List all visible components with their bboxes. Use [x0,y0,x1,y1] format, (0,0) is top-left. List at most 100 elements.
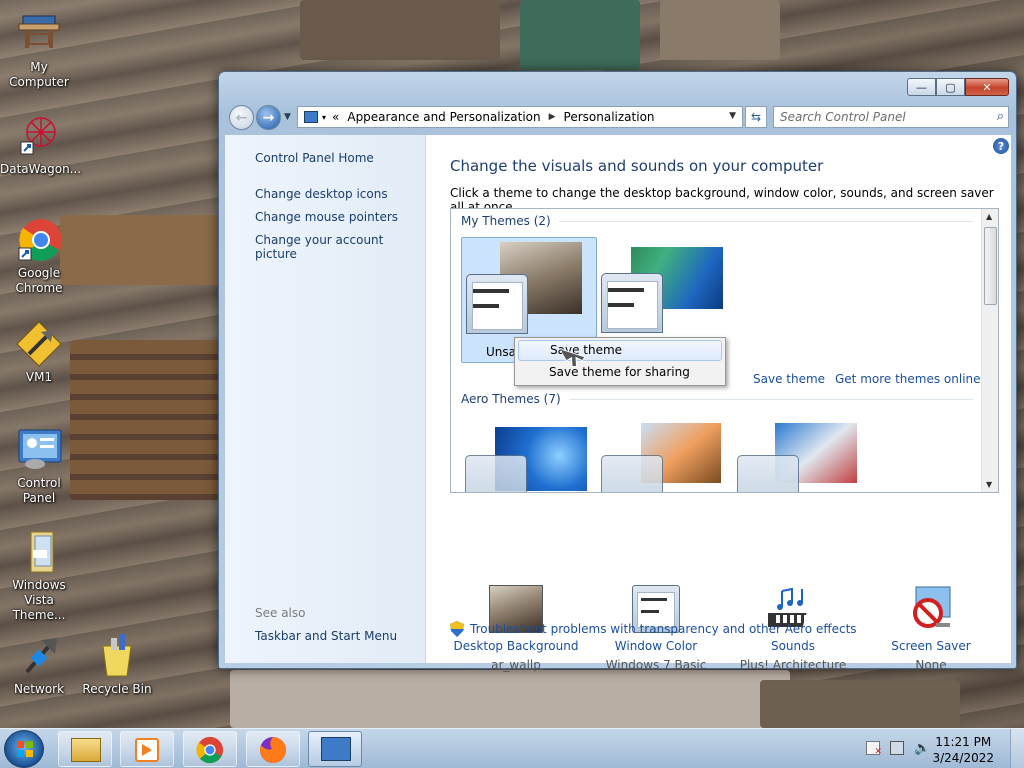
minimize-button[interactable]: — [907,78,936,96]
desktop-icon-datawagon[interactable]: DataWagon... [0,112,82,177]
refresh-icon: ⇆ [750,110,762,124]
help-icon[interactable]: ? [993,138,1009,154]
change-desktop-icons-link[interactable]: Change desktop icons [255,187,388,201]
desktop-icon-label: My Computer [9,60,69,89]
troubleshoot-link[interactable]: Troubleshoot problems with transparency … [470,622,857,636]
wallpaper-block [520,0,640,70]
scroll-up-icon[interactable]: ▲ [986,212,992,221]
desktop-icon-label: Control Panel [17,476,61,505]
context-save-theme-for-sharing[interactable]: Save theme for sharing [518,362,722,383]
control-panel-home-link[interactable]: Control Panel Home [255,151,374,165]
desktop-icon-my-computer[interactable]: My Computer [0,10,78,90]
refresh-button[interactable]: ⇆ [745,106,767,128]
screen-saver-label: Screen Saver [891,639,971,653]
caption-buttons: — ▢ ✕ [907,78,1009,96]
folder-icon [71,738,101,762]
show-desktop-button[interactable] [1010,729,1024,768]
aero-theme-architecture-tile[interactable] [601,419,737,492]
window-color-value: Windows 7 Basic [605,658,707,672]
context-save-theme[interactable]: Save theme [518,340,722,361]
aero-theme-characters-tile[interactable] [737,419,873,492]
desktop-icon-label: Windows Vista Theme... [12,578,66,622]
forward-button[interactable]: → [256,105,281,130]
desktop-icon-control-panel[interactable]: Control Panel [0,426,78,506]
taskbar-control-panel-button[interactable] [308,731,362,767]
screen-saver-option[interactable]: Screen Saver None [861,585,1001,672]
chrome-icon [15,216,63,264]
search-icon[interactable]: ⌕ [997,109,1004,124]
desktop-icon-recycle-bin[interactable]: Recycle Bin [78,632,156,697]
see-also-label: See also [255,606,306,620]
volume-icon[interactable]: 🔈 [914,741,930,756]
control-panel-icon [15,426,63,474]
mouse-cursor-icon [558,340,586,370]
wallpaper-block [60,215,240,285]
forward-arrow-icon: → [262,109,275,126]
recent-pages-dropdown[interactable]: ▼ [284,112,291,122]
screen-saver-icon [906,585,956,633]
navigation-bar: ← → ▼ ▾ « Appearance and Personalization… [227,104,1009,130]
theme-window-preview [466,274,528,334]
wallpaper-block [230,670,790,728]
screen-saver-value: None [915,658,947,672]
clock[interactable]: 11:21 PM 3/24/2022 [932,734,994,766]
theme-window-preview [737,455,799,492]
wallpaper-block [660,0,780,60]
desktop-icon-google-chrome[interactable]: Google Chrome [0,216,78,296]
save-theme-link[interactable]: Save theme [753,372,825,386]
desktop-icon-vm1[interactable]: VM1 [0,320,78,385]
network-icon [15,632,63,680]
play-icon [142,744,152,756]
theme-list-scrollbar[interactable]: ▲ ▼ [981,209,998,492]
theme-context-menu: Save theme Save theme for sharing [514,337,726,386]
recycle-bin-icon [93,632,141,680]
clock-time: 11:21 PM [935,735,992,749]
desktop-background-value: ar_wallp [491,658,541,672]
taskbar: ✕ 🔈 11:21 PM 3/24/2022 [0,728,1024,768]
control-panel-icon [321,737,351,761]
get-more-themes-link[interactable]: Get more themes online [835,372,981,386]
wallpaper-block [300,0,500,60]
theme-window-preview [601,455,663,492]
desktop-icon-label: Google Chrome [15,266,63,295]
back-button[interactable]: ← [229,105,254,130]
close-button[interactable]: ✕ [965,78,1009,96]
shield-icon [450,621,464,637]
desktop-background-label: Desktop Background [453,639,579,653]
system-tray: ✕ 🔈 [866,741,930,757]
change-account-picture-link[interactable]: Change your account picture [255,233,425,261]
breadcrumb-root[interactable]: « [332,110,339,124]
action-center-icon[interactable]: ✕ [866,741,882,757]
taskbar-firefox-button[interactable] [246,731,300,767]
taskbar-media-player-button[interactable] [120,731,174,767]
scrollbar-thumb[interactable] [984,227,997,305]
my-themes-header-label: My Themes (2) [461,214,551,228]
scroll-down-icon[interactable]: ▼ [986,480,992,489]
taskbar-chrome-button[interactable] [183,731,237,767]
desktop-icon-label: Network [13,682,65,696]
change-mouse-pointers-link[interactable]: Change mouse pointers [255,210,398,224]
network-status-icon[interactable] [890,741,904,755]
address-dropdown-chevron: ▾ [322,112,327,122]
breadcrumb-personalization[interactable]: Personalization [564,110,655,124]
desktop-icon-label: DataWagon... [0,162,82,176]
wallpaper-block [760,680,960,728]
left-pane: Control Panel Home Change desktop icons … [225,135,426,663]
search-input[interactable]: Search Control Panel ⌕ [773,106,1009,128]
breadcrumb-separator-icon[interactable]: ▶ [549,112,556,122]
desktop-icon-windows-vista-theme[interactable]: Windows Vista Theme... [0,528,78,623]
windows-logo-icon [17,741,33,757]
desktop-icon-network[interactable]: Network [0,632,78,697]
address-dropdown-icon[interactable]: ▼ [729,111,736,121]
aero-theme-windows7-tile[interactable] [461,419,597,492]
breadcrumb-appearance[interactable]: Appearance and Personalization [347,110,540,124]
address-bar[interactable]: ▾ « Appearance and Personalization ▶ Per… [297,106,743,128]
aero-themes-header: Aero Themes (7) [461,392,973,406]
taskbar-start-menu-link[interactable]: Taskbar and Start Menu [255,629,397,643]
wallpaper-block [70,340,220,500]
start-button[interactable] [4,730,44,768]
sounds-label: Sounds [770,639,816,653]
taskbar-explorer-button[interactable] [58,731,112,767]
maximize-button[interactable]: ▢ [936,78,965,96]
theme-window-preview [465,455,527,492]
